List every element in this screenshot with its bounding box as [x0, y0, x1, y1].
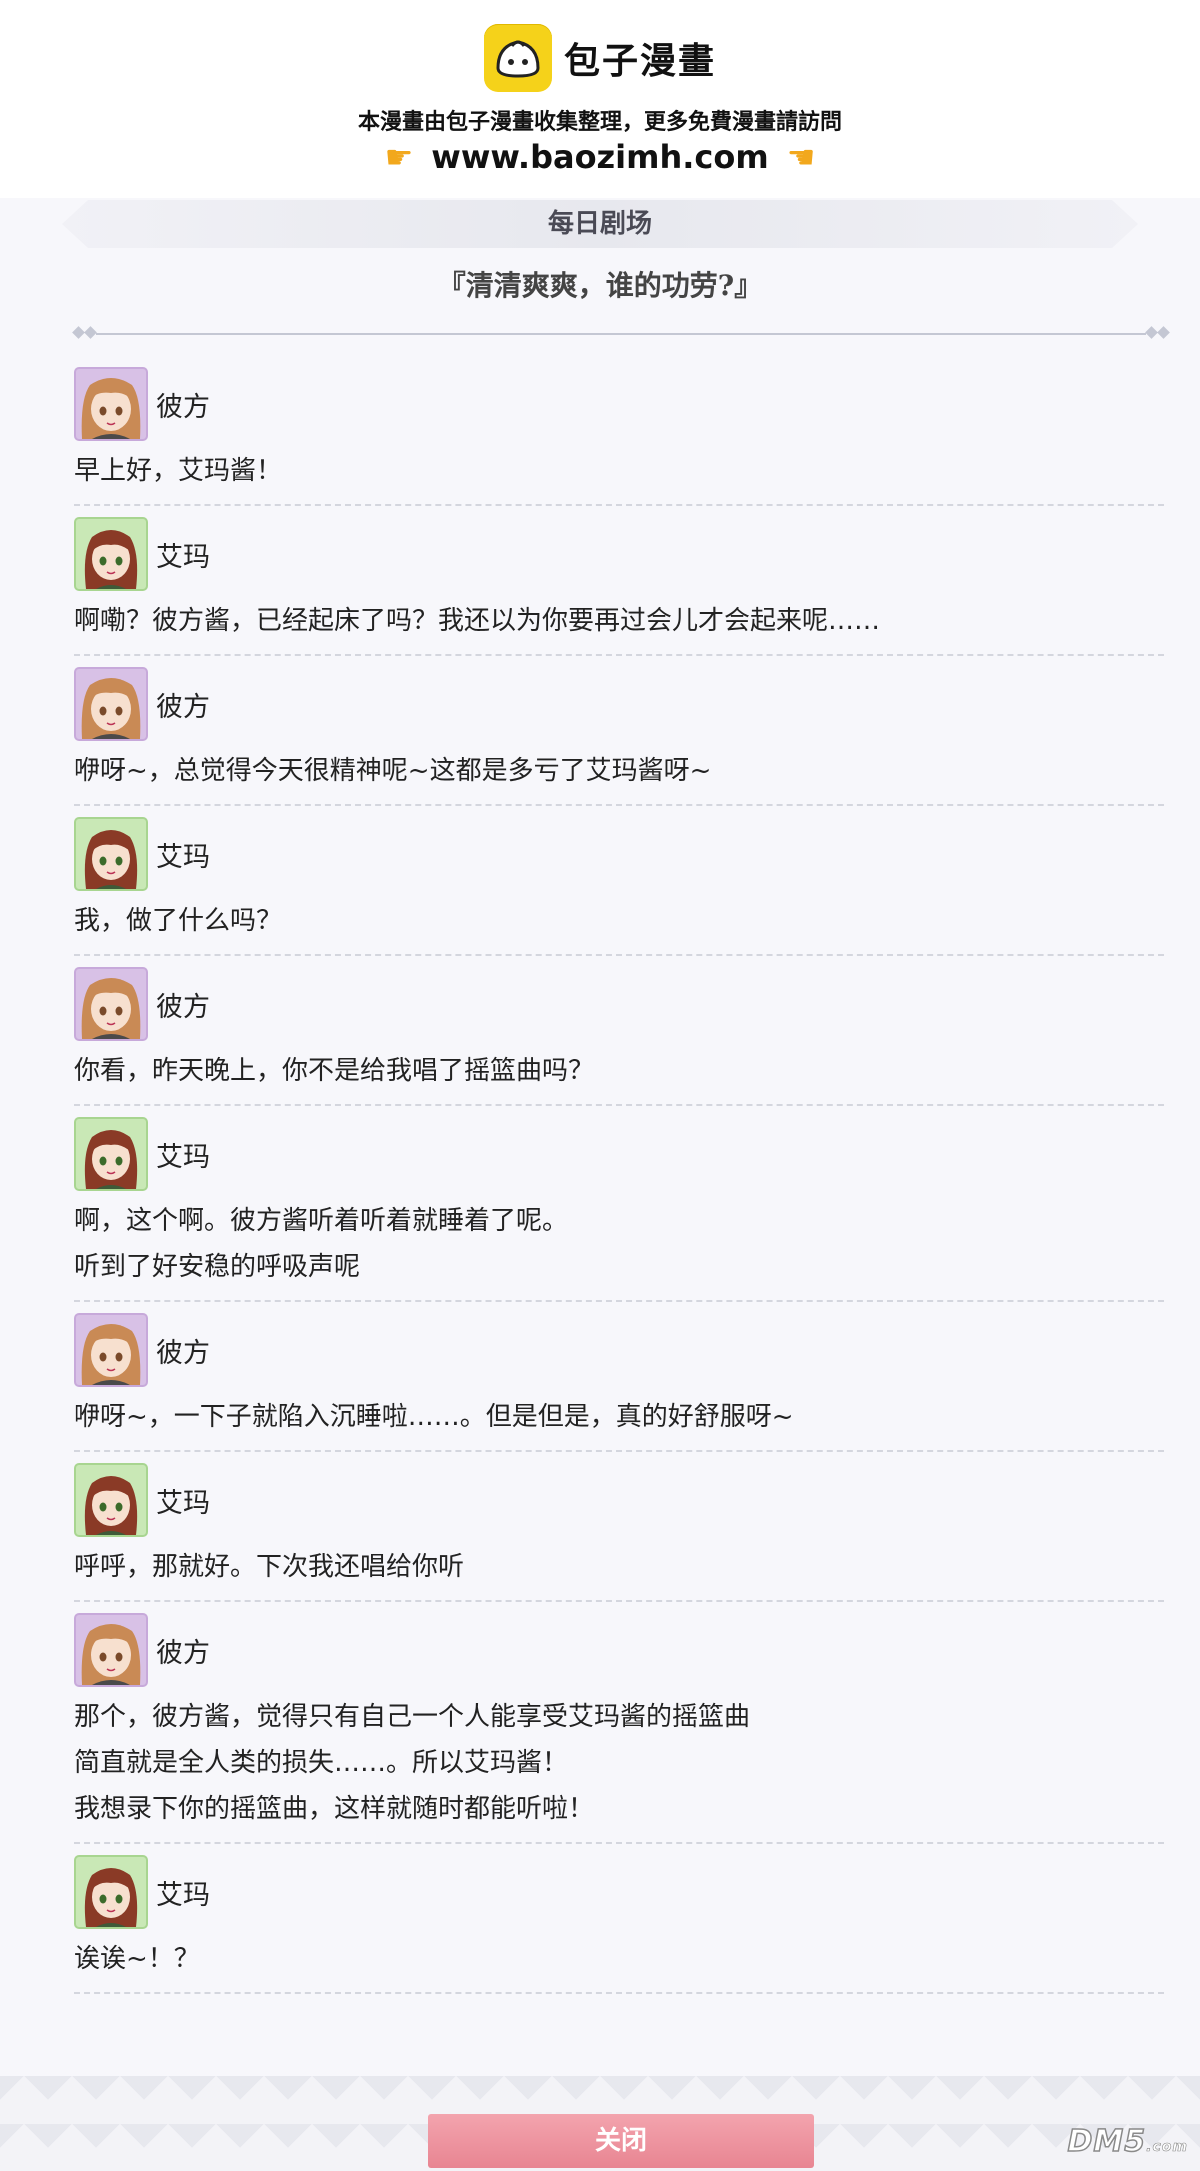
speaker-name: 艾玛: [156, 541, 210, 573]
speaker-name: 彼方: [156, 1337, 210, 1369]
speaker-row: 艾玛: [74, 1462, 1164, 1538]
ema-avatar-icon: [74, 1463, 148, 1537]
dialogue-line: 咿呀~，总觉得今天很精神呢~这都是多亏了艾玛酱呀~: [74, 756, 712, 786]
dialogue-line: 早上好，艾玛酱！: [74, 456, 283, 486]
banner-note: 本漫畫由包子漫畫收集整理，更多免費漫畫請訪問: [357, 110, 842, 135]
dialogue-line: 我，做了什么吗？: [74, 906, 283, 936]
speaker-name: 彼方: [156, 391, 210, 423]
speaker-row: 彼方: [74, 1312, 1164, 1388]
speaker-name: 艾玛: [156, 1141, 210, 1173]
speaker-name: 彼方: [156, 1637, 210, 1669]
speaker-row: 艾玛: [74, 1854, 1164, 1930]
pointing-left-hand-icon: ☚: [786, 138, 816, 176]
dm5-watermark-logo: DM5.com: [1067, 2123, 1188, 2160]
speaker-name: 彼方: [156, 991, 210, 1023]
ema-avatar-icon: [74, 1117, 148, 1191]
kanata-avatar-icon: [74, 667, 148, 741]
dialogue-entry: 彼方咿呀~，一下子就陷入沉睡啦……。但是但是，真的好舒服呀~: [74, 1302, 1164, 1452]
baozi-logo-icon: [483, 24, 552, 92]
kanata-avatar-icon: [74, 367, 148, 441]
dialogue-list[interactable]: 彼方 早上好，艾玛酱！ 艾玛 啊嘞？彼方酱，已经起床了吗？我还以为你要再过会儿才会起…: [74, 356, 1164, 1994]
dialogue-line: 咿呀~，一下子就陷入沉睡啦……。但是但是，真的好舒服呀~: [74, 1402, 794, 1432]
speaker-row: 彼方: [74, 666, 1164, 742]
dialogue-line: 你看，昨天晚上，你不是给我唱了摇篮曲吗？: [74, 1056, 595, 1086]
dialogue-line: 呼呼，那就好。下次我还唱给你听: [74, 1552, 465, 1582]
title-divider: [72, 324, 1170, 344]
daily-theater-dialog: 每日剧场 『清清爽爽，谁的功劳?』 彼方 早上好，艾玛酱！ 艾玛 啊嘞？彼方酱，已经…: [0, 198, 1200, 2171]
dialogue-entry: 彼方那个，彼方酱，觉得只有自己一个人能享受艾玛酱的摇篮曲 简直就是全人类的损失………: [74, 1602, 1164, 1844]
speaker-row: 艾玛: [74, 1116, 1164, 1192]
dialogue-entry: 艾玛诶诶~！？: [74, 1844, 1164, 1994]
site-url-link[interactable]: www.baozimh.com: [431, 138, 768, 176]
kanata-avatar-icon: [74, 1313, 148, 1387]
brand-row: 包子漫畫: [0, 22, 1200, 94]
speaker-row: 彼方: [74, 966, 1164, 1042]
dialogue-entry: 艾玛啊嘞？彼方酱，已经起床了吗？我还以为你要再过会儿才会起来呢……: [74, 506, 1164, 656]
dialogue-entry: 彼方咿呀~，总觉得今天很精神呢~这都是多亏了艾玛酱呀~: [74, 656, 1164, 806]
speaker-row: 彼方: [74, 366, 1164, 442]
speaker-name: 艾玛: [156, 841, 210, 873]
kanata-avatar-icon: [74, 1613, 148, 1687]
speaker-name: 彼方: [156, 691, 210, 723]
dialog-title: 每日剧场: [547, 209, 652, 239]
dialog-footer: 关闭 DM5.com: [0, 2076, 1200, 2171]
pointing-right-hand-icon: ☛: [384, 138, 414, 176]
dialog-title-bar: 每日剧场: [62, 200, 1138, 248]
dialogue-entry: 艾玛呼呼，那就好。下次我还唱给你听: [74, 1452, 1164, 1602]
dialogue-line: 简直就是全人类的损失……。所以艾玛酱！: [74, 1748, 569, 1778]
speaker-row: 艾玛: [74, 516, 1164, 592]
dialogue-line: 诶诶~！？: [74, 1944, 200, 1974]
ema-avatar-icon: [74, 1855, 148, 1929]
dialogue-entry: 艾玛啊，这个啊。彼方酱听着听着就睡着了呢。 听到了好安稳的呼吸声呢: [74, 1106, 1164, 1302]
dialogue-line: 啊嘞？彼方酱，已经起床了吗？我还以为你要再过会儿才会起来呢……: [74, 606, 881, 636]
speaker-row: 艾玛: [74, 816, 1164, 892]
close-button[interactable]: 关闭: [428, 2114, 814, 2168]
speaker-name: 艾玛: [156, 1487, 210, 1519]
dialogue-line: 听到了好安稳的呼吸声呢: [74, 1252, 361, 1282]
dialogue-entry: 彼方早上好，艾玛酱！: [74, 356, 1164, 506]
url-row: ☛ www.baozimh.com ☚: [0, 134, 1200, 180]
dialogue-entry: 艾玛我，做了什么吗？: [74, 806, 1164, 956]
brand-name: 包子漫畫: [563, 41, 716, 82]
episode-title: 『清清爽爽，谁的功劳?』: [437, 269, 763, 302]
dialogue-line: 啊，这个啊。彼方酱听着听着就睡着了呢。: [74, 1206, 569, 1236]
source-banner: 包子漫畫 本漫畫由包子漫畫收集整理，更多免費漫畫請訪問 ☛ www.baozim…: [0, 0, 1200, 198]
ema-avatar-icon: [74, 817, 148, 891]
ema-avatar-icon: [74, 517, 148, 591]
dialogue-line: 那个，彼方酱，觉得只有自己一个人能享受艾玛酱的摇篮曲: [74, 1702, 751, 1732]
dialogue-line: 我想录下你的摇篮曲，这样就随时都能听啦！: [74, 1794, 595, 1824]
speaker-row: 彼方: [74, 1612, 1164, 1688]
kanata-avatar-icon: [74, 967, 148, 1041]
speaker-name: 艾玛: [156, 1879, 210, 1911]
dialogue-entry: 彼方你看，昨天晚上，你不是给我唱了摇篮曲吗？: [74, 956, 1164, 1106]
